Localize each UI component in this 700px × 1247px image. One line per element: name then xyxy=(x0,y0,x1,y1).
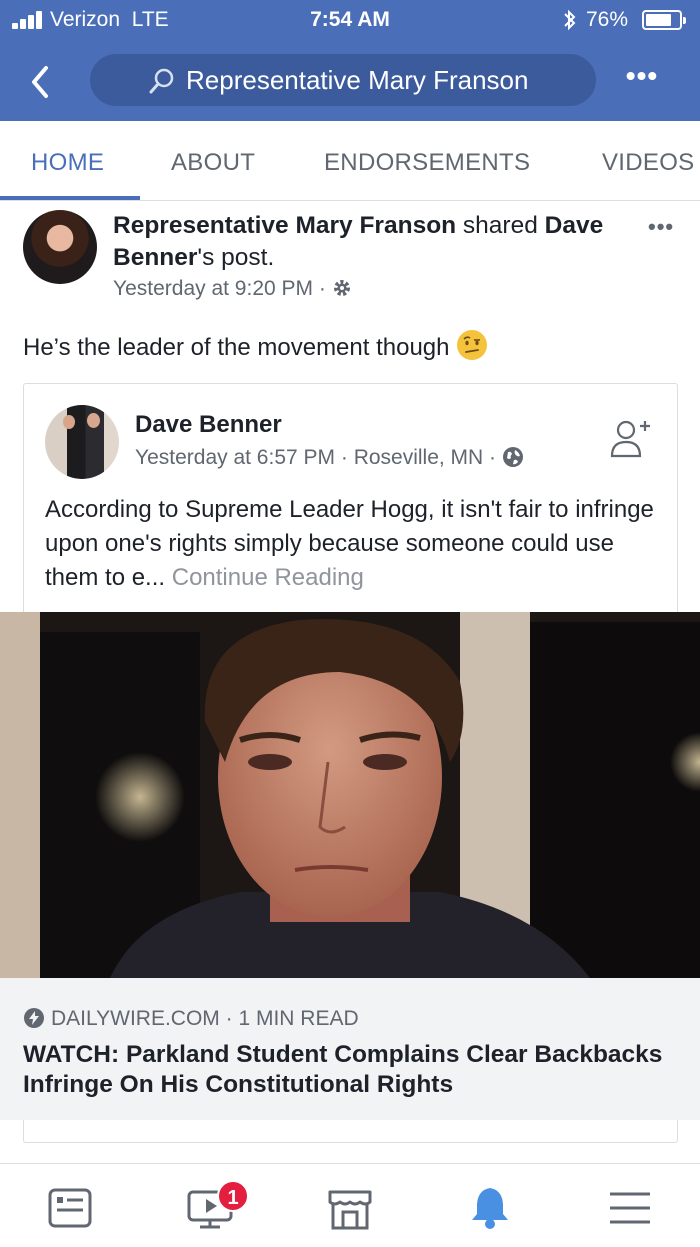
bluetooth-icon xyxy=(564,9,576,31)
tab-endorsements[interactable]: ENDORSEMENTS xyxy=(324,149,530,177)
tab-videos[interactable]: VIDEOS xyxy=(602,149,695,177)
post-text: He’s the leader of the movement though xyxy=(23,329,488,362)
link-headline[interactable]: WATCH: Parkland Student Complains Clear … xyxy=(23,1040,663,1100)
search-bar[interactable] xyxy=(90,54,596,106)
shared-author-avatar[interactable] xyxy=(45,405,119,479)
shared-post-text: According to Supreme Leader Hogg, it isn… xyxy=(45,496,654,591)
bottom-nav xyxy=(0,1163,700,1247)
gear-icon xyxy=(333,280,350,296)
search-input[interactable] xyxy=(186,62,586,98)
link-source: DAILYWIRE.COM · 1 MIN READ xyxy=(23,1007,359,1031)
video-notification-badge: 1 xyxy=(217,1180,249,1212)
post-options-icon[interactable]: ••• xyxy=(648,214,674,240)
globe-icon xyxy=(502,447,523,467)
tab-home[interactable]: HOME xyxy=(31,149,104,177)
menu-icon[interactable] xyxy=(606,1184,654,1232)
battery-percent: 76% xyxy=(586,8,629,31)
back-arrow-icon[interactable] xyxy=(22,62,62,102)
article-image[interactable] xyxy=(0,612,700,978)
raised-eyebrow-emoji xyxy=(457,330,488,360)
add-friend-icon[interactable] xyxy=(610,416,652,460)
battery-icon xyxy=(642,10,686,30)
shared-post-meta: Yesterday at 6:57 PM · Roseville, MN · xyxy=(135,446,524,470)
author-name[interactable]: Representative Mary Franson xyxy=(113,212,456,239)
top-bar: Verizon LTE 7:54 AM 76% ••• xyxy=(0,0,700,121)
post-header: Representative Mary Franson shared Dave … xyxy=(113,212,604,271)
search-icon xyxy=(149,68,174,94)
news-feed-icon[interactable] xyxy=(46,1184,94,1232)
post-timestamp[interactable]: Yesterday at 9:20 PM xyxy=(113,277,313,300)
article-photo xyxy=(0,612,700,978)
instant-article-icon xyxy=(24,1008,44,1028)
more-icon[interactable]: ••• xyxy=(622,62,662,90)
shared-author-name[interactable]: Dave Benner xyxy=(135,411,282,439)
tab-about[interactable]: ABOUT xyxy=(171,149,255,177)
author-avatar[interactable] xyxy=(23,210,97,284)
post-meta: Yesterday at 9:20 PM · xyxy=(113,277,352,301)
notifications-icon[interactable] xyxy=(466,1184,514,1232)
continue-reading-link[interactable]: Continue Reading xyxy=(172,564,364,591)
active-tab-indicator xyxy=(0,196,140,200)
marketplace-icon[interactable] xyxy=(326,1184,374,1232)
page-tabs: HOME ABOUT ENDORSEMENTS VIDEOS xyxy=(0,121,700,201)
status-bar: Verizon LTE 7:54 AM 76% xyxy=(0,0,700,40)
